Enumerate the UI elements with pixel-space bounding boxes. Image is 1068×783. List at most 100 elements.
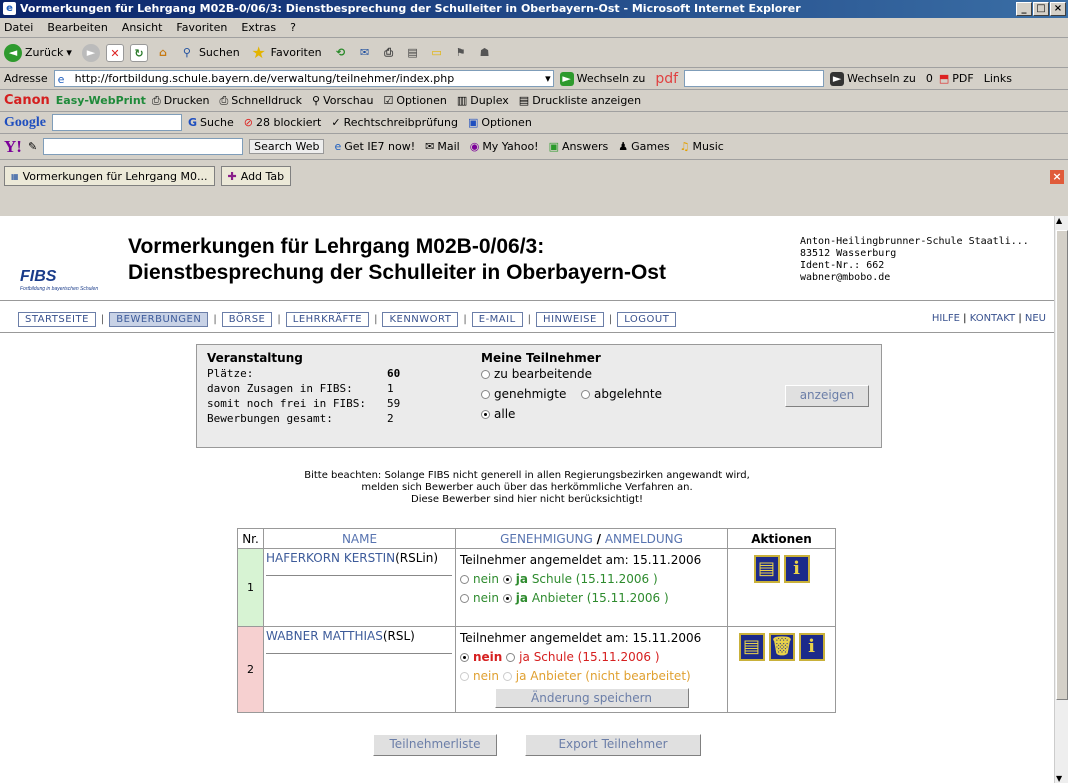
messenger-icon[interactable]: ☗	[476, 44, 494, 62]
nav-kennwort[interactable]: KENNWORT	[382, 312, 459, 327]
folder-icon[interactable]: ▭	[428, 44, 446, 62]
search-button[interactable]: ⚲ Suchen	[178, 44, 240, 62]
participant-name[interactable]: WABNER MATTHIAS	[266, 629, 383, 643]
radio-provider-yes[interactable]	[502, 594, 512, 603]
filter-option-all[interactable]: alle	[481, 407, 515, 421]
save-changes-button[interactable]: Änderung speichern	[494, 688, 689, 708]
title-line-1: Vormerkungen für Lehrgang M02B-0/06/3:	[128, 235, 545, 258]
nav-logout[interactable]: LOGOUT	[617, 312, 677, 327]
info-icon[interactable]: i	[798, 633, 825, 661]
music-button[interactable]: ♫ Music	[680, 140, 724, 153]
maximize-button[interactable]: □	[1033, 2, 1049, 16]
stop-icon[interactable]: ✕	[105, 43, 124, 62]
col-name[interactable]: NAME	[263, 528, 456, 549]
document-icon[interactable]: ▤	[753, 555, 780, 583]
scroll-down-icon[interactable]: ▼	[1056, 774, 1062, 783]
filter-option-approved[interactable]: genehmigte	[481, 387, 566, 401]
forward-icon[interactable]: ►	[81, 43, 100, 62]
col-genehmigung[interactable]: GENEHMIGUNG	[500, 532, 593, 546]
col-anmeldung[interactable]: ANMELDUNG	[605, 532, 683, 546]
radio-school-no[interactable]	[460, 575, 469, 584]
nav-startseite[interactable]: STARTSEITE	[18, 312, 96, 327]
link-neu[interactable]: NEU	[1025, 313, 1046, 324]
answers-button[interactable]: ▣ Answers	[549, 140, 609, 153]
back-button[interactable]: ◄ Zurück ▾	[4, 43, 72, 62]
quick-print-button[interactable]: ⎙ Schnelldruck	[219, 94, 302, 108]
mail-icon[interactable]: ✉	[356, 44, 374, 62]
filter-option-open[interactable]: zu bearbeitende	[481, 367, 592, 381]
google-logo[interactable]: Google	[4, 115, 46, 131]
go-label: Wechseln zu	[576, 72, 646, 85]
history-icon[interactable]: ⟲	[332, 44, 350, 62]
tab-vormerkungen[interactable]: ▦ Vormerkungen für Lehrgang M0...	[4, 166, 215, 186]
link-kontakt[interactable]: KONTAKT	[970, 313, 1015, 324]
spellcheck-button[interactable]: ✓ Rechtschreibprüfung	[331, 116, 458, 129]
print-icon[interactable]: ⎙	[380, 44, 398, 62]
applications-value: 2	[387, 412, 394, 425]
ie-icon: e	[3, 2, 16, 15]
yahoo-mail-button[interactable]: ✉ Mail	[425, 140, 460, 153]
radio-provider-no[interactable]	[460, 594, 469, 603]
my-yahoo-button[interactable]: ◉ My Yahoo!	[470, 140, 539, 153]
google-search-input[interactable]	[52, 114, 182, 131]
yahoo-logo[interactable]: Y!	[4, 137, 22, 157]
google-options-button[interactable]: ▣ Optionen	[468, 116, 532, 129]
menu-favoriten[interactable]: Favoriten	[176, 21, 227, 34]
link-hilfe[interactable]: HILFE	[932, 313, 960, 324]
export-participants-button[interactable]: Export Teilnehmer	[525, 734, 701, 756]
pencil-icon[interactable]: ✎	[28, 140, 37, 153]
document-icon[interactable]: ▤	[738, 633, 765, 661]
radio-school-yes[interactable]	[502, 575, 512, 584]
close-tab-icon[interactable]: ×	[1050, 170, 1064, 184]
menu-help[interactable]: ?	[290, 21, 296, 34]
nav-hinweise[interactable]: HINWEISE	[536, 312, 604, 327]
filter-option-rejected[interactable]: abgelehnte	[581, 387, 662, 401]
yahoo-search-input[interactable]	[43, 138, 244, 155]
menu-datei[interactable]: Datei	[4, 21, 33, 34]
col-actions: Aktionen	[727, 528, 836, 549]
pdf-go-button[interactable]: ► Wechseln zu	[830, 71, 916, 86]
duplex-button[interactable]: ▥ Duplex	[457, 94, 509, 107]
participant-list-button[interactable]: Teilnehmerliste	[373, 734, 497, 756]
print-button[interactable]: ⎙ Drucken	[152, 94, 210, 108]
vertical-scrollbar[interactable]: ▲ ▼	[1054, 216, 1068, 783]
go-button[interactable]: ► Wechseln zu	[559, 71, 646, 86]
info-icon[interactable]: i	[783, 555, 810, 583]
radio-school-yes[interactable]	[506, 653, 516, 662]
radio-school-no[interactable]	[460, 653, 469, 662]
get-ie7-button[interactable]: e Get IE7 now!	[334, 140, 415, 153]
menu-ansicht[interactable]: Ansicht	[122, 21, 163, 34]
print-list-button[interactable]: ▤ Druckliste anzeigen	[519, 94, 641, 107]
games-button[interactable]: ♟ Games	[618, 140, 669, 153]
preview-button[interactable]: ⚲ Vorschau	[312, 94, 373, 107]
refresh-icon[interactable]: ↻	[129, 43, 148, 62]
canon-options-button[interactable]: ☑ Optionen	[383, 94, 446, 107]
add-tab-button[interactable]: ✚ Add Tab	[220, 166, 292, 186]
favorites-button[interactable]: ★ Favoriten	[250, 43, 322, 62]
canon-product[interactable]: Easy-WebPrint	[56, 94, 146, 107]
trash-icon[interactable]: 🗑	[768, 633, 795, 661]
menu-extras[interactable]: Extras	[241, 21, 276, 34]
home-icon[interactable]: ⌂	[154, 44, 172, 62]
google-search-button[interactable]: G Suche	[188, 116, 234, 129]
search-web-button[interactable]: Search Web	[249, 139, 325, 154]
pdf-input[interactable]	[684, 70, 825, 87]
scroll-up-icon[interactable]: ▲	[1056, 216, 1062, 225]
minimize-button[interactable]: _	[1016, 2, 1032, 16]
participant-name[interactable]: HAFERKORN KERSTIN	[266, 551, 395, 565]
edit-icon[interactable]: ▤	[404, 44, 422, 62]
menu-bearbeiten[interactable]: Bearbeiten	[47, 21, 107, 34]
nav-lehrkraefte[interactable]: LEHRKRÄFTE	[285, 312, 370, 327]
chevron-down-icon[interactable]: ▾	[545, 71, 551, 86]
nav-bewerbungen[interactable]: BEWERBUNGEN	[109, 312, 209, 327]
show-button[interactable]: anzeigen	[785, 385, 869, 407]
links-label[interactable]: Links	[984, 72, 1012, 85]
research-icon[interactable]: ⚑	[452, 44, 470, 62]
nav-boerse[interactable]: BÖRSE	[221, 312, 273, 327]
pdf-button[interactable]: ⬒ PDF	[939, 72, 974, 85]
nav-email[interactable]: E-MAIL	[471, 312, 523, 327]
scrollbar-thumb[interactable]	[1056, 230, 1068, 700]
popup-blocker[interactable]: ⊘ 28 blockiert	[244, 116, 322, 129]
address-input[interactable]: e http://fortbildung.schule.bayern.de/ve…	[53, 70, 554, 87]
close-button[interactable]: ×	[1050, 2, 1066, 16]
